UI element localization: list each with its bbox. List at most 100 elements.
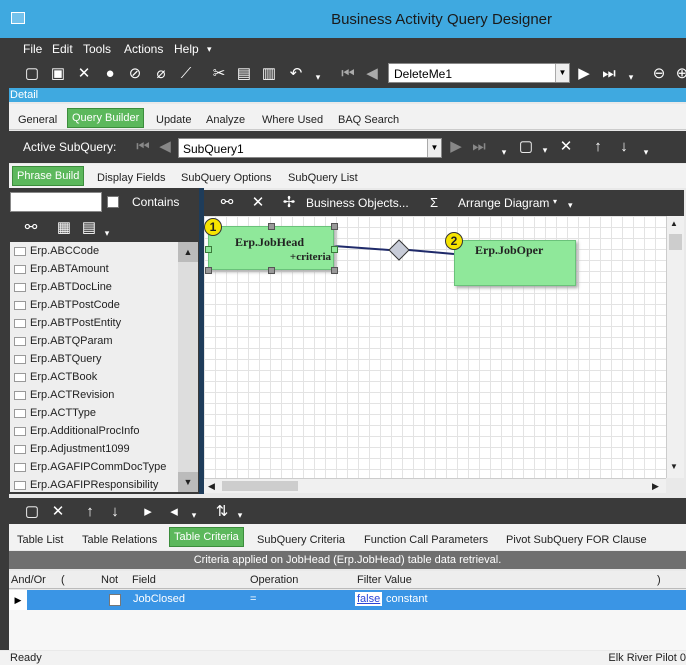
tab-function-call-parameters[interactable]: Function Call Parameters: [360, 531, 492, 549]
sort-more-icon[interactable]: ▾: [231, 508, 249, 523]
canvas-more-icon[interactable]: ▾: [568, 200, 573, 211]
column-header[interactable]: Operation: [250, 574, 298, 586]
panel-more-icon[interactable]: ▾: [98, 226, 116, 241]
list-item[interactable]: Erp.AGAFIPResponsibility: [10, 476, 178, 492]
tab-where-used[interactable]: Where Used: [258, 111, 327, 129]
list-item[interactable]: Erp.AdditionalProcInfo: [10, 422, 178, 440]
indent-right-icon[interactable]: ▸: [139, 504, 157, 519]
first-subquery-icon[interactable]: ⏮: [134, 139, 152, 154]
indent-left-icon[interactable]: ◂: [165, 504, 183, 519]
grid-icon[interactable]: ▦: [55, 220, 73, 235]
not-checkbox[interactable]: [109, 594, 121, 606]
scroll-down-icon[interactable]: ▼: [178, 472, 198, 492]
move-down-icon[interactable]: ↓: [615, 139, 633, 154]
menu-help[interactable]: Help: [174, 42, 199, 56]
list-item[interactable]: Erp.ABTDocLine: [10, 278, 178, 296]
scroll-right-icon[interactable]: ▶: [652, 481, 659, 492]
next-record-icon[interactable]: ▶: [575, 66, 593, 81]
tab-phrase-build[interactable]: Phrase Build: [12, 166, 85, 186]
tab-pivot-subquery[interactable]: Pivot SubQuery FOR Clause: [502, 531, 651, 549]
back-icon[interactable]: ⊖: [650, 66, 668, 81]
tab-table-criteria[interactable]: Table Criteria: [169, 527, 244, 547]
forward-icon[interactable]: ⊕: [673, 66, 686, 81]
copy-icon[interactable]: ⌀: [152, 66, 170, 81]
delete-icon[interactable]: ✕: [249, 195, 267, 210]
business-objects-button[interactable]: Business Objects...: [306, 196, 409, 210]
first-record-icon[interactable]: ⏮: [339, 66, 357, 81]
clear-icon[interactable]: ⟋: [177, 66, 195, 81]
last-record-icon[interactable]: ⏭: [600, 66, 618, 81]
chevron-down-icon[interactable]: ▼: [555, 64, 569, 82]
list-item[interactable]: Erp.Adjustment1099: [10, 440, 178, 458]
paste-icon[interactable]: ▥: [260, 66, 278, 81]
tab-subquery-options[interactable]: SubQuery Options: [177, 169, 276, 187]
list-item[interactable]: Erp.ACTType: [10, 404, 178, 422]
resize-handle[interactable]: [268, 267, 275, 274]
list-item[interactable]: Erp.ABCCode: [10, 242, 178, 260]
tab-subquery-criteria[interactable]: SubQuery Criteria: [253, 531, 349, 549]
tab-update[interactable]: Update: [152, 111, 195, 129]
scroll-thumb[interactable]: [669, 234, 682, 250]
tab-table-relations[interactable]: Table Relations: [78, 531, 161, 549]
attach-icon[interactable]: ⊘: [126, 66, 144, 81]
list-item[interactable]: Erp.ABTPostCode: [10, 296, 178, 314]
scroll-left-icon[interactable]: ◀: [208, 481, 215, 492]
filter-value-link[interactable]: false: [355, 592, 383, 606]
canvas-vscroll[interactable]: ▲ ▼: [666, 216, 684, 478]
resize-handle[interactable]: [331, 267, 338, 274]
list-item[interactable]: Erp.ABTAmount: [10, 260, 178, 278]
resize-handle[interactable]: [205, 246, 212, 253]
field-cell[interactable]: JobClosed: [133, 593, 185, 605]
list-item[interactable]: Erp.ABTPostEntity: [10, 314, 178, 332]
table-row[interactable]: ▶ JobClosed = false constant: [9, 590, 686, 610]
row-selector-icon[interactable]: ▶: [9, 590, 27, 610]
arrange-diagram-button[interactable]: Arrange Diagram: [458, 196, 549, 210]
undo-more-icon[interactable]: ▾: [309, 70, 327, 85]
join-diamond-icon[interactable]: [388, 239, 410, 261]
link-icon[interactable]: ⚯: [218, 195, 236, 210]
subquery-select[interactable]: SubQuery1 ▼: [178, 138, 442, 158]
copy-clip-icon[interactable]: ▤: [235, 66, 253, 81]
chevron-down-icon[interactable]: ▼: [427, 139, 441, 157]
table-list-scrollbar[interactable]: ▲ ▼: [178, 242, 198, 492]
menu-more-icon[interactable]: ▾: [207, 44, 212, 55]
scroll-down-icon[interactable]: ▼: [670, 462, 678, 471]
table-icon[interactable]: ▤: [80, 220, 98, 235]
table-node-jobhead[interactable]: Erp.JobHead +criteria: [205, 223, 338, 274]
tab-baq-search[interactable]: BAQ Search: [334, 111, 403, 129]
prev-subquery-icon[interactable]: ◀: [156, 139, 174, 154]
tab-subquery-list[interactable]: SubQuery List: [284, 169, 362, 187]
next-subquery-icon[interactable]: ▶: [447, 139, 465, 154]
business-objects-icon[interactable]: ✢: [280, 195, 298, 210]
column-header[interactable]: Field: [132, 574, 156, 586]
move-down-icon[interactable]: ↓: [106, 504, 124, 519]
sort-icon[interactable]: ⇅: [213, 504, 231, 519]
delete-icon[interactable]: ✕: [75, 66, 93, 81]
scroll-up-icon[interactable]: ▲: [178, 242, 198, 262]
list-item[interactable]: Erp.AGAFIPCommDocType: [10, 458, 178, 476]
move-up-icon[interactable]: ↑: [81, 504, 99, 519]
scroll-thumb[interactable]: [222, 481, 298, 491]
arrange-chevron-icon[interactable]: ▾: [553, 197, 557, 206]
menu-actions[interactable]: Actions: [124, 42, 163, 56]
comment-icon[interactable]: ●: [101, 66, 119, 81]
subnav-more-icon[interactable]: ▾: [495, 145, 513, 160]
column-header[interactable]: Not: [101, 574, 118, 586]
tab-display-fields[interactable]: Display Fields: [93, 169, 169, 187]
tab-query-builder[interactable]: Query Builder: [67, 108, 145, 128]
column-header[interactable]: ): [657, 574, 661, 586]
menu-tools[interactable]: Tools: [83, 42, 111, 56]
tab-table-list[interactable]: Table List: [13, 531, 67, 549]
scroll-up-icon[interactable]: ▲: [670, 219, 678, 228]
delete-subquery-icon[interactable]: ✕: [557, 139, 575, 154]
contains-checkbox[interactable]: [107, 196, 119, 208]
table-search-input[interactable]: [10, 192, 102, 212]
new-icon[interactable]: ▢: [23, 504, 41, 519]
resize-handle[interactable]: [268, 223, 275, 230]
menu-file[interactable]: File: [23, 42, 42, 56]
diagram-canvas[interactable]: Erp.JobHead +criteria 1 Erp.JobOper 2: [204, 216, 666, 478]
move-up-icon[interactable]: ↑: [589, 139, 607, 154]
column-header[interactable]: Filter Value: [357, 574, 412, 586]
last-subquery-icon[interactable]: ⏭: [470, 139, 488, 154]
list-item[interactable]: Erp.ACTRevision: [10, 386, 178, 404]
